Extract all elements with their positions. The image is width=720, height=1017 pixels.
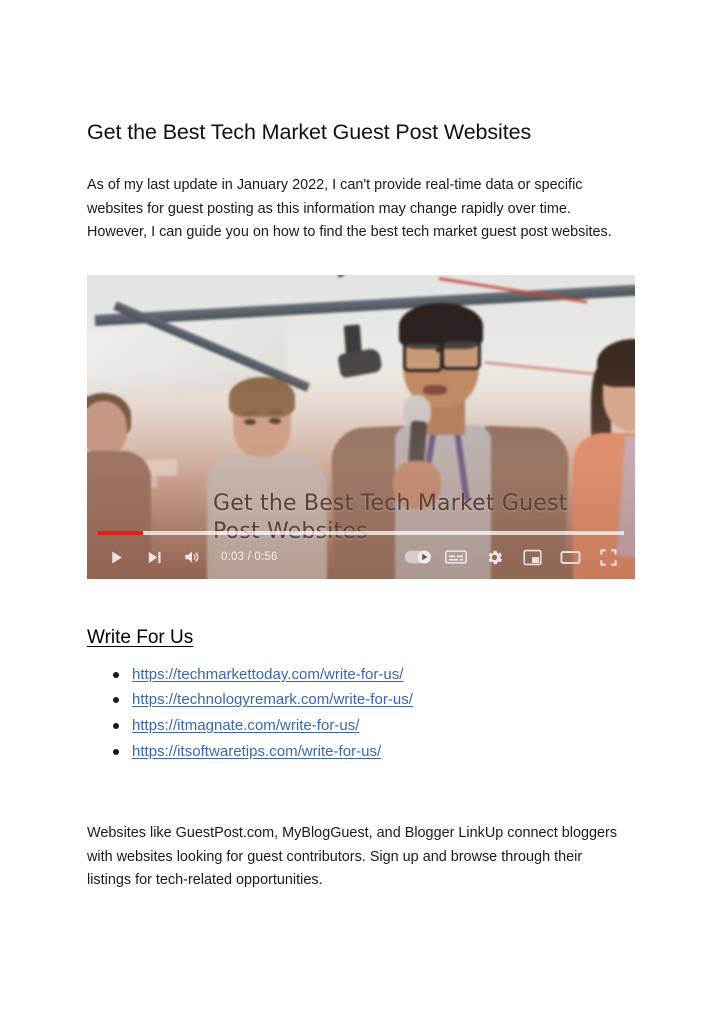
bullet-icon bbox=[113, 722, 119, 729]
speaker-mouth bbox=[423, 385, 447, 395]
list-item: https://itmagnate.com/write-for-us/ bbox=[87, 713, 413, 739]
write-for-us-link-list: https://techmarkettoday.com/write-for-us… bbox=[87, 662, 413, 764]
next-video-button[interactable] bbox=[135, 538, 173, 576]
link-itsoftwaretips[interactable]: https://itsoftwaretips.com/write-for-us/ bbox=[132, 741, 381, 763]
panelist-right-eye-left bbox=[611, 381, 624, 387]
controls-left-group: 0:03 / 0:56 bbox=[87, 538, 284, 576]
list-item: https://techmarkettoday.com/write-for-us… bbox=[87, 662, 413, 688]
list-item: https://itsoftwaretips.com/write-for-us/ bbox=[87, 739, 413, 765]
fullscreen-icon[interactable] bbox=[589, 538, 627, 576]
bullet-icon bbox=[113, 748, 119, 755]
video-control-bar[interactable]: 0:03 / 0:56 bbox=[87, 535, 635, 579]
time-display: 0:03 / 0:56 bbox=[221, 551, 278, 563]
controls-right-group bbox=[399, 538, 635, 576]
link-techmarkettoday[interactable]: https://techmarkettoday.com/write-for-us… bbox=[132, 664, 403, 686]
speaker-eyeglasses-bridge bbox=[436, 349, 444, 352]
intro-paragraph: As of my last update in January 2022, I … bbox=[87, 177, 612, 241]
audience-person-mid-hair bbox=[229, 377, 295, 417]
document-page: Get the Best Tech Market Guest Post Webs… bbox=[0, 0, 720, 1017]
volume-icon[interactable] bbox=[173, 538, 211, 576]
bullet-icon bbox=[113, 697, 119, 704]
bullet-icon bbox=[113, 671, 119, 678]
theater-mode-icon[interactable] bbox=[551, 538, 589, 576]
speaker-eyeglasses-left-lens bbox=[403, 341, 443, 372]
settings-gear-icon[interactable] bbox=[475, 538, 513, 576]
speaker-eyeglasses-right-lens bbox=[441, 339, 481, 370]
list-item: https://technologyremark.com/write-for-u… bbox=[87, 688, 413, 714]
link-itmagnate[interactable]: https://itmagnate.com/write-for-us/ bbox=[132, 715, 359, 737]
subtitles-icon[interactable] bbox=[437, 538, 475, 576]
outro-paragraph: Websites like GuestPost.com, MyBlogGuest… bbox=[87, 825, 618, 889]
audience-person-mid-eye-left bbox=[244, 419, 256, 425]
video-player-embed[interactable]: Get the Best Tech Market Guest Post Webs… bbox=[87, 275, 635, 579]
section-heading-write-for-us: Write For Us bbox=[87, 626, 194, 648]
link-technologyremark[interactable]: https://technologyremark.com/write-for-u… bbox=[132, 689, 413, 711]
play-button[interactable] bbox=[97, 538, 135, 576]
autoplay-toggle[interactable] bbox=[399, 538, 437, 576]
audience-person-mid-eye-right bbox=[269, 418, 281, 424]
miniplayer-icon[interactable] bbox=[513, 538, 551, 576]
page-title: Get the Best Tech Market Guest Post Webs… bbox=[87, 120, 532, 145]
